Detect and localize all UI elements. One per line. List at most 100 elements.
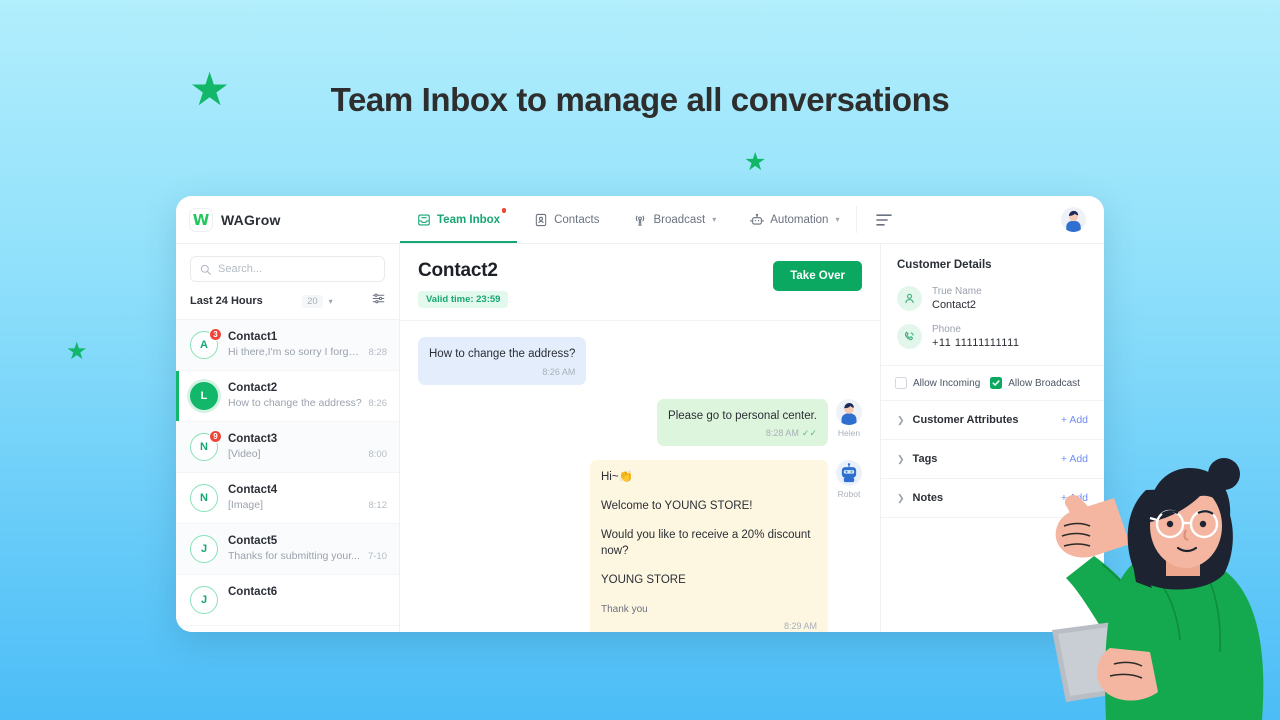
sender-name: Helen <box>837 427 861 438</box>
accordion-customer-attributes[interactable]: ❯ Customer Attributes + Add <box>881 401 1104 440</box>
contact-name: Contact6 <box>228 586 278 598</box>
customer-details-pane: Customer Details True Name Contact2 Phon… <box>880 244 1104 632</box>
tab-contacts-label: Contacts <box>554 213 600 226</box>
list-item-preview-row: How to change the address? 8:26 <box>228 397 387 409</box>
message-row-incoming: How to change the address? 8:26 AM <box>418 337 862 385</box>
chevron-down-icon[interactable]: ▾ <box>329 297 333 306</box>
field-label: Phone <box>932 324 961 335</box>
chevron-right-icon: ❯ <box>897 492 905 503</box>
list-item-content: Contact2 How to change the address? 8:26 <box>228 382 387 410</box>
hamburger-icon <box>876 213 893 226</box>
checkbox-label: Allow Incoming <box>913 377 981 389</box>
message-time: 8:28 <box>368 347 388 358</box>
field-phone: Phone +11 11111111111 <box>881 319 1104 357</box>
bot-line-1: Hi~👏 <box>601 471 633 484</box>
tab-broadcast-label: Broadcast <box>653 213 706 226</box>
add-tag-button[interactable]: + Add <box>1061 453 1088 465</box>
brand: W WAGrow <box>176 196 400 243</box>
avatar: L <box>190 382 218 410</box>
field-label: True Name <box>932 286 982 297</box>
inbox-icon <box>418 213 430 226</box>
message-time: 8:29 AM <box>783 621 817 632</box>
phone-icon <box>897 324 922 349</box>
chat-pane: Contact2 Valid time: 23:59 Take Over How… <box>400 244 880 632</box>
chevron-down-icon: ▾ <box>712 215 717 224</box>
nav-tabs: Team Inbox Contacts Broadcast ▾ Automati… <box>400 196 856 243</box>
checkbox-allow-broadcast[interactable]: Allow Broadcast <box>990 377 1080 389</box>
details-title: Customer Details <box>897 259 992 271</box>
user-avatar[interactable] <box>1061 207 1086 232</box>
avatar-initial: L <box>190 382 218 410</box>
contact-name: Contact5 <box>228 535 278 547</box>
tab-team-inbox[interactable]: Team Inbox <box>400 196 518 243</box>
search-icon <box>200 264 211 275</box>
sliders-icon <box>372 293 385 304</box>
list-item-preview-row: [Image] 8:12 <box>228 499 387 511</box>
chevron-right-icon: ❯ <box>897 414 905 425</box>
phone-glyph <box>904 331 914 341</box>
sender-avatar: Helen <box>836 398 862 438</box>
list-filter-row: Last 24 Hours 20 ▾ <box>176 290 399 320</box>
contact-card-icon <box>535 213 547 226</box>
message-row-outgoing: Please go to personal center. 8:28 AM✓✓ <box>418 398 862 447</box>
menu-button[interactable] <box>857 196 911 243</box>
sender-avatar: Robot <box>836 460 862 499</box>
message-time: 8:28 AM <box>765 428 799 439</box>
message-preview: Thanks for submitting your... <box>228 550 360 562</box>
message-time: 8:26 AM <box>542 366 576 377</box>
checkbox-label: Allow Broadcast <box>1008 377 1080 389</box>
list-item[interactable]: A 3 Contact1 Hi there,I'm so sorry I for… <box>176 320 399 371</box>
message-bubble: How to change the address? 8:26 AM <box>418 337 587 385</box>
sender-name: Robot <box>837 489 861 500</box>
brand-name: WAGrow <box>221 211 281 228</box>
chevron-right-icon: ❯ <box>897 453 905 464</box>
filter-button[interactable] <box>372 292 385 310</box>
checkbox-allow-incoming[interactable]: Allow Incoming <box>895 377 980 389</box>
unread-badge: 3 <box>209 328 222 341</box>
avatar: J <box>190 586 218 614</box>
list-item[interactable]: L Contact2 How to change the address? 8:… <box>176 371 399 422</box>
list-item[interactable]: J Contact6 <box>176 575 399 626</box>
contact-name: Contact4 <box>228 484 278 496</box>
accordion-tags[interactable]: ❯ Tags + Add <box>881 440 1104 479</box>
add-attribute-button[interactable]: + Add <box>1061 414 1088 426</box>
message-preview: Hi there,I'm so sorry I forgot... <box>228 346 363 358</box>
message-preview: How to change the address? <box>228 397 362 409</box>
status-badge: Valid time: 23:59 <box>418 291 509 308</box>
read-receipt-icon: ✓✓ <box>801 428 817 439</box>
robot-avatar-icon <box>836 460 862 487</box>
search-input[interactable]: Search... <box>190 256 385 282</box>
conversation-list-pane: Search... Last 24 Hours 20 ▾ A 3 Contact… <box>176 244 400 632</box>
tab-broadcast[interactable]: Broadcast ▾ <box>616 196 733 243</box>
app-body: Search... Last 24 Hours 20 ▾ A 3 Contact… <box>176 244 1104 632</box>
chevron-down-icon: ▾ <box>835 215 840 224</box>
list-item-preview-row: Hi there,I'm so sorry I forgot... 8:28 <box>228 346 387 358</box>
contact-name: Contact2 <box>228 382 278 394</box>
app-window: W WAGrow Team Inbox Contacts Broadcast ▾… <box>176 196 1104 632</box>
filter-label[interactable]: Last 24 Hours <box>190 295 263 307</box>
hair-bun <box>1208 458 1240 490</box>
message-meta: 8:28 AM ✓✓ <box>668 427 817 440</box>
avatar-image <box>836 460 862 487</box>
accordion-notes[interactable]: ❯ Notes + Add <box>881 479 1104 518</box>
list-item-preview-row: Thanks for submitting your... 7-10 <box>228 550 387 562</box>
tab-contacts[interactable]: Contacts <box>517 196 616 243</box>
conversation-scroll[interactable]: A 3 Contact1 Hi there,I'm so sorry I for… <box>176 320 399 632</box>
bot-line-2: Welcome to YOUNG STORE! <box>601 500 753 513</box>
avatar-initial: N <box>190 484 218 512</box>
list-item[interactable]: N 9 Contact3 [Video] 8:00 <box>176 422 399 473</box>
add-note-button[interactable]: + Add <box>1061 492 1088 504</box>
tab-team-inbox-label: Team Inbox <box>437 213 501 226</box>
take-over-button[interactable]: Take Over <box>773 261 862 291</box>
list-item[interactable]: N Contact4 [Image] 8:12 <box>176 473 399 524</box>
message-time: 8:26 <box>368 398 388 409</box>
avatar: J <box>190 535 218 563</box>
message-time: 8:12 <box>368 500 388 511</box>
person-glyph <box>905 293 914 304</box>
tab-automation[interactable]: Automation ▾ <box>733 196 856 243</box>
avatar-image <box>1061 207 1086 232</box>
list-item[interactable]: J Contact5 Thanks for submitting your...… <box>176 524 399 575</box>
notification-dot <box>501 208 507 213</box>
avatar-initial: J <box>190 586 218 614</box>
bot-line-4: YOUNG STORE <box>601 574 686 587</box>
